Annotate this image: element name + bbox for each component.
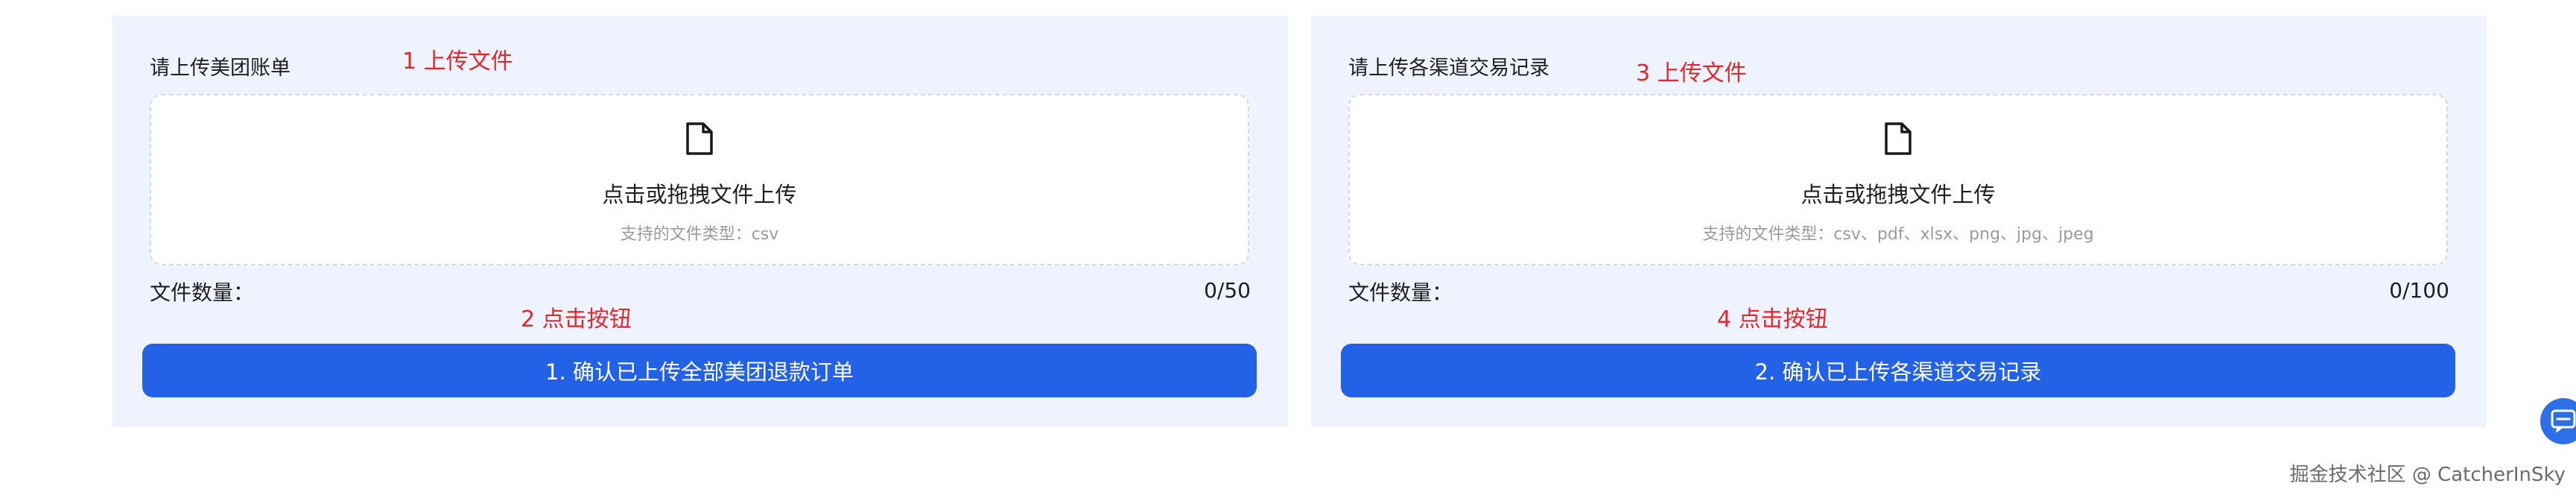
file-count-label: 文件数量：: [150, 280, 255, 305]
file-dropzone[interactable]: 点击或拖拽文件上传 支持的文件类型：csv、pdf、xlsx、png、jpg、j…: [1348, 94, 2448, 265]
confirm-channels-button[interactable]: 2. 确认已上传各渠道交易记录: [1341, 344, 2455, 397]
chat-icon: [2551, 409, 2576, 432]
watermark: 掘金技术社区 @ CatcherInSky: [2289, 464, 2566, 486]
step-annotation-button: 4 点击按钮: [1717, 306, 1828, 332]
upload-panel-channels: 请上传各渠道交易记录 3 上传文件 点击或拖拽文件上传 支持的文件类型：csv、…: [1311, 16, 2487, 427]
file-count-value: 0/50: [1204, 278, 1251, 303]
file-dropzone[interactable]: 点击或拖拽文件上传 支持的文件类型：csv: [150, 94, 1249, 265]
dropzone-hint: 支持的文件类型：csv: [620, 225, 779, 244]
upload-panel-meituan: 请上传美团账单 1 上传文件 点击或拖拽文件上传 支持的文件类型：csv 文件数…: [112, 16, 1288, 427]
step-annotation-upload: 3 上传文件: [1636, 60, 1747, 86]
chat-button[interactable]: [2540, 398, 2576, 444]
dropzone-text: 点击或拖拽文件上传: [602, 182, 797, 207]
file-count-label: 文件数量：: [1348, 280, 1453, 305]
section-label: 请上传各渠道交易记录: [1348, 57, 1549, 80]
confirm-meituan-button[interactable]: 1. 确认已上传全部美团退款订单: [142, 344, 1257, 397]
dropzone-text: 点击或拖拽文件上传: [1801, 182, 1996, 207]
file-icon: [1885, 122, 1912, 155]
step-annotation-button: 2 点击按钮: [521, 306, 632, 332]
dropzone-hint: 支持的文件类型：csv、pdf、xlsx、png、jpg、jpeg: [1702, 225, 2094, 244]
step-annotation-upload: 1 上传文件: [402, 48, 513, 75]
file-count-value: 0/100: [2389, 278, 2449, 303]
file-icon: [686, 122, 713, 155]
section-label: 请上传美团账单: [150, 57, 291, 80]
